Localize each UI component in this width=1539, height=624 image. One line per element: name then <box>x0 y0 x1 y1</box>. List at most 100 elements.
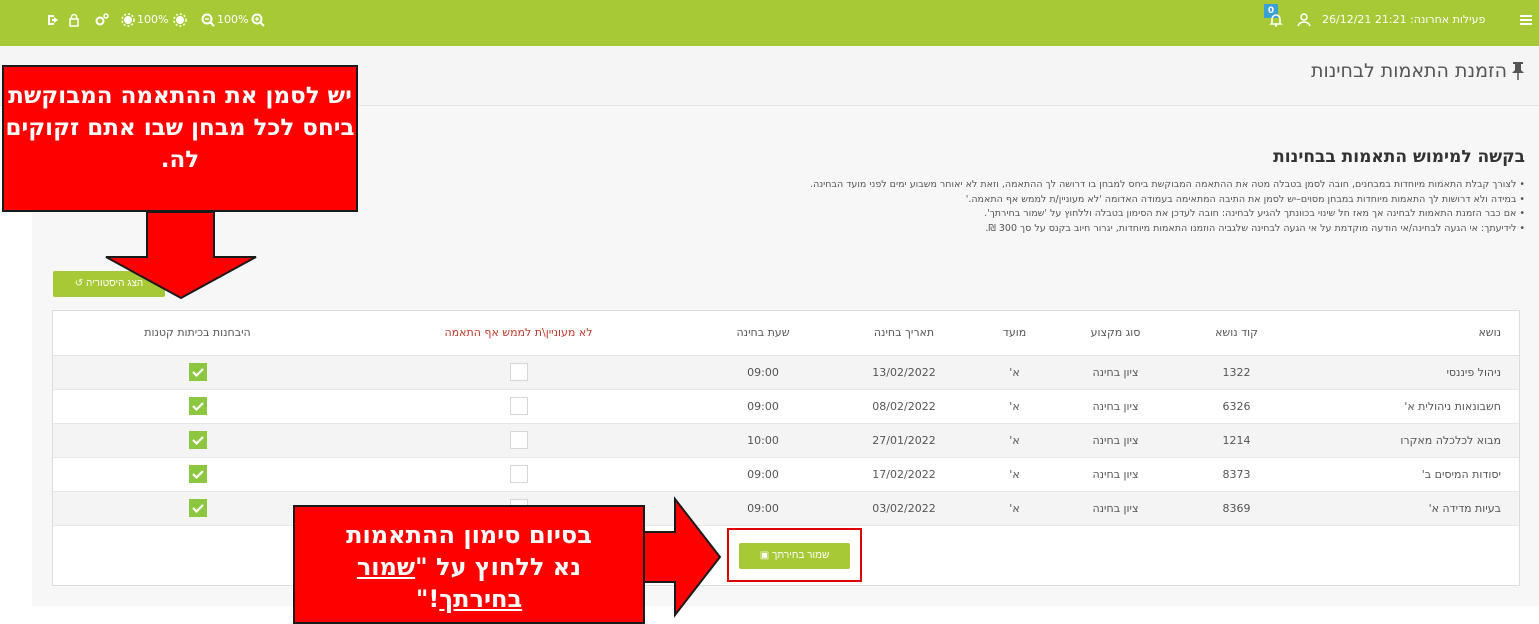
instructions-list: • לצורך קבלת התאמות מיוחדות במבחנים, חוב… <box>425 178 1525 236</box>
cell-type: ציון בחינה <box>1052 389 1179 424</box>
cell-date: 03/02/2022 <box>831 491 977 526</box>
cell-type: ציון בחינה <box>1052 491 1179 526</box>
cell-date: 08/02/2022 <box>831 389 977 424</box>
history-icon: ↺ <box>74 278 84 289</box>
instruction-item: • לצורך קבלת התאמות מיוחדות במבחנים, חוב… <box>810 179 1525 190</box>
header-type: סוג מקצוע <box>1052 311 1179 356</box>
cell-code: 1322 <box>1179 355 1294 390</box>
no-accommodation-checkbox[interactable] <box>509 465 528 483</box>
callout-bottom-link2: בחירתך <box>439 585 523 613</box>
callout-bottom-suffix: !" <box>415 585 440 613</box>
menu-icon[interactable] <box>1518 12 1534 28</box>
page-title: הזמנת התאמות לבחינות <box>1311 60 1507 82</box>
small-rooms-checkbox[interactable] <box>188 397 207 415</box>
cell-type: ציון בחינה <box>1052 355 1179 390</box>
header-session: מועד <box>977 311 1052 356</box>
instruction-item: • אם כבר הזמנת התאמות לבחינה אך מאז חל ש… <box>984 208 1525 219</box>
cell-small-rooms <box>53 457 342 492</box>
text-size-increase-icon[interactable] <box>172 12 188 28</box>
no-accommodation-checkbox[interactable] <box>509 431 528 449</box>
cell-code: 8373 <box>1179 457 1294 492</box>
cell-date: 13/02/2022 <box>831 355 977 390</box>
cell-subject: בעיות מדידה א' <box>1294 491 1519 526</box>
pin-icon <box>1512 62 1524 80</box>
cell-session: א' <box>977 457 1052 492</box>
check-icon <box>191 402 204 412</box>
zoom-level-a: 100% <box>137 13 169 26</box>
cell-session: א' <box>977 423 1052 458</box>
cell-code: 1214 <box>1179 423 1294 458</box>
save-selection-button[interactable]: ▣ שמור בחירתך <box>739 543 850 569</box>
header-code: קוד נושא <box>1179 311 1294 356</box>
floppy-disk-icon: ▣ <box>759 550 770 561</box>
table-row: חשבונאות ניהולית א' 6326 ציון בחינה א' 0… <box>53 389 1519 424</box>
cell-subject: חשבונאות ניהולית א' <box>1294 389 1519 424</box>
lock-icon[interactable] <box>66 12 82 28</box>
callout-bottom-line1: בסיום סימון ההתאמות <box>346 521 592 549</box>
check-icon <box>191 504 204 514</box>
cell-small-rooms <box>53 389 342 424</box>
cell-date: 27/01/2022 <box>831 423 977 458</box>
cell-subject: מבוא לכלכלה מאקרו <box>1294 423 1519 458</box>
table-header-row: נושא קוד נושא סוג מקצוע מועד תאריך בחינה… <box>53 311 1519 356</box>
check-icon <box>191 436 204 446</box>
no-accommodation-checkbox[interactable] <box>509 363 528 381</box>
text-size-decrease-icon[interactable] <box>120 12 136 28</box>
cell-time: 10:00 <box>695 423 831 458</box>
bell-icon[interactable] <box>1268 12 1284 28</box>
save-button-highlight: ▣ שמור בחירתך <box>727 528 862 582</box>
cell-session: א' <box>977 491 1052 526</box>
check-icon <box>191 470 204 480</box>
cell-code: 8369 <box>1179 491 1294 526</box>
table-row: בעיות מדידה א' 8369 ציון בחינה א' 03/02/… <box>53 491 1519 526</box>
small-rooms-checkbox[interactable] <box>188 499 207 517</box>
cell-no-accommodation <box>342 389 695 424</box>
accommodations-table: נושא קוד נושא סוג מקצוע מועד תאריך בחינה… <box>53 311 1519 526</box>
cell-no-accommodation <box>342 457 695 492</box>
callout-bottom-prefix: נא ללחוץ על " <box>415 553 582 581</box>
cell-time: 09:00 <box>695 457 831 492</box>
zoom-in-icon[interactable] <box>250 12 266 28</box>
small-rooms-checkbox[interactable] <box>188 465 207 483</box>
save-selection-label: שמור בחירתך <box>771 550 830 561</box>
small-rooms-checkbox[interactable] <box>188 363 207 381</box>
cell-no-accommodation <box>342 423 695 458</box>
cell-session: א' <box>977 355 1052 390</box>
cell-no-accommodation <box>342 355 695 390</box>
table-row: מבוא לכלכלה מאקרו 1214 ציון בחינה א' 27/… <box>53 423 1519 458</box>
cell-time: 09:00 <box>695 389 831 424</box>
table-row: יסודות המיסים ב' 8373 ציון בחינה א' 17/0… <box>53 457 1519 492</box>
instruction-item: • במידה ולא דרושות לך התאמות מיוחדות במב… <box>965 193 1525 205</box>
cell-subject: ניהול פיננסי <box>1294 355 1519 390</box>
cell-date: 17/02/2022 <box>831 457 977 492</box>
cell-type: ציון בחינה <box>1052 457 1179 492</box>
no-accommodation-checkbox[interactable] <box>509 397 528 415</box>
small-rooms-checkbox[interactable] <box>188 431 207 449</box>
show-history-label: הצג היסטוריה <box>85 278 144 289</box>
cell-code: 6326 <box>1179 389 1294 424</box>
cell-type: ציון בחינה <box>1052 423 1179 458</box>
check-icon <box>191 368 204 378</box>
settings-icon[interactable] <box>94 12 110 28</box>
instruction-item: • לידיעתך: אי הגעה לבחינה/אי הודעה מוקדמ… <box>985 222 1525 234</box>
header-no-accommodation: לא מעוניין\ת לממש אף התאמה <box>342 311 695 356</box>
logout-icon[interactable] <box>46 12 62 28</box>
user-icon[interactable] <box>1296 12 1312 28</box>
cell-session: א' <box>977 389 1052 424</box>
instruction-callout-top: יש לסמן את ההתאמה המבוקשת ביחס לכל מבחן … <box>2 65 358 212</box>
header-small-rooms: היבחנות בכיתות קטנות <box>53 311 342 356</box>
last-activity: פעילות אחרונה: 21:21 26/12/21 <box>1322 13 1486 26</box>
callout-bottom-link1: שמור <box>356 553 416 581</box>
instruction-callout-bottom: בסיום סימון ההתאמות נא ללחוץ על "שמור בח… <box>293 505 645 624</box>
header-subject: נושא <box>1294 311 1519 356</box>
zoom-level-b: 100% <box>217 13 249 26</box>
cell-time: 09:00 <box>695 491 831 526</box>
zoom-out-icon[interactable] <box>200 12 216 28</box>
table-row: ניהול פיננסי 1322 ציון בחינה א' 13/02/20… <box>53 355 1519 390</box>
top-bar: 100% 100% 0 פעילות אחרונה: 21:21 26/12/2… <box>0 0 1539 46</box>
callout-bottom-line3: בחירתך!" <box>295 583 643 615</box>
section-title: בקשה למימוש התאמות בבחינות <box>1273 147 1525 167</box>
header-time: שעת בחינה <box>695 311 831 356</box>
show-history-button[interactable]: ↺ הצג היסטוריה <box>53 271 165 297</box>
cell-subject: יסודות המיסים ב' <box>1294 457 1519 492</box>
